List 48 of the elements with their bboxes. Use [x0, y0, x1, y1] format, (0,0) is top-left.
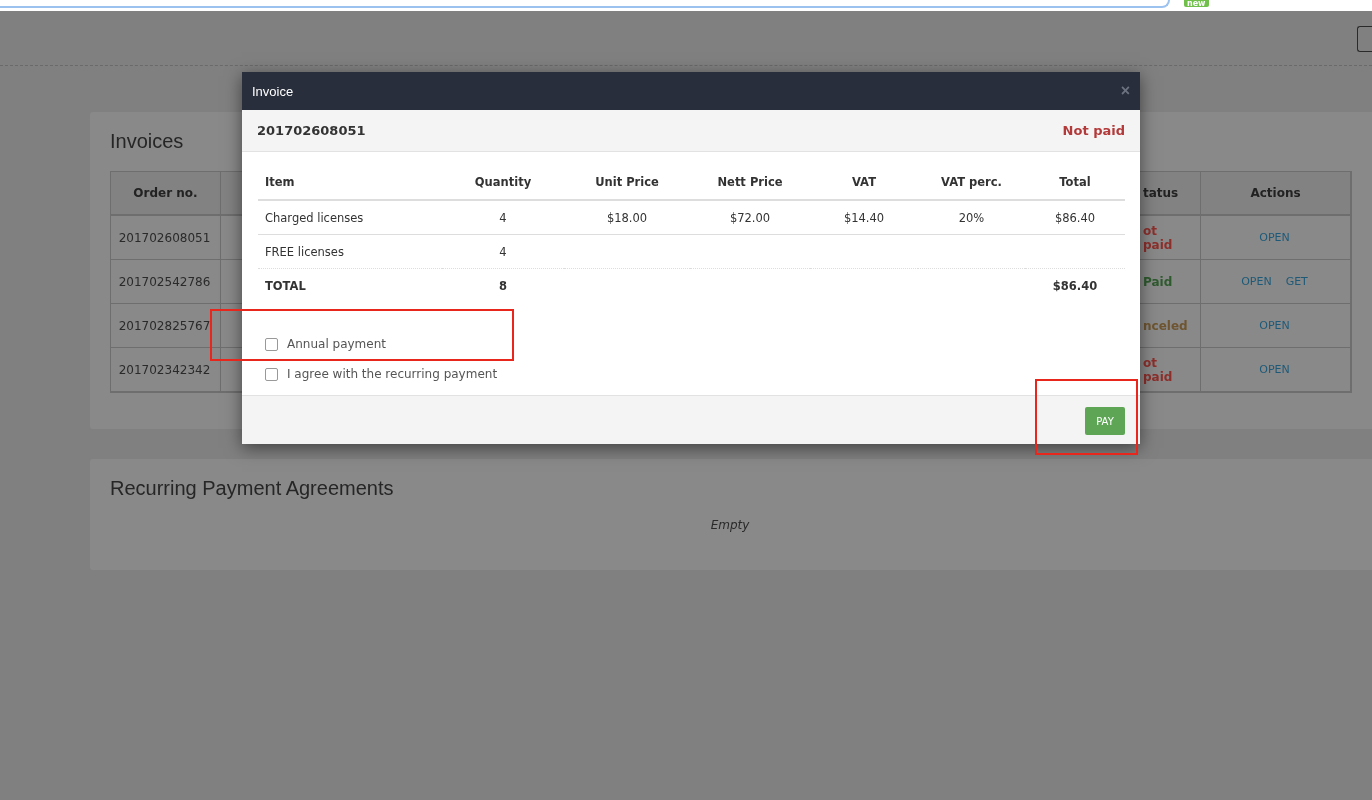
address-bar[interactable] — [0, 0, 1170, 8]
table-cell: 20% — [958, 210, 985, 225]
checkbox[interactable] — [265, 367, 278, 381]
status-text: nceled — [1143, 318, 1188, 333]
action-link[interactable]: OPEN — [1241, 275, 1272, 288]
table-cell: $18.00 — [606, 210, 648, 225]
empty-text: Empty — [709, 518, 751, 532]
payment-status: Not paid — [1062, 123, 1125, 138]
new-badge: new — [1184, 0, 1209, 7]
column-header: Quantity — [442, 165, 564, 201]
checkbox[interactable] — [265, 337, 278, 351]
action-link[interactable]: OPEN — [1259, 319, 1290, 332]
table-cell: 8 — [499, 278, 507, 293]
column-header: Total — [1025, 165, 1125, 201]
column-header: VAT perc. — [918, 165, 1025, 201]
order-number: 201702608051 — [257, 123, 366, 138]
table-cell: FREE licenses — [265, 244, 344, 259]
status-text: ot paid — [1143, 355, 1174, 384]
close-button[interactable]: × — [1120, 82, 1130, 100]
column-header: VAT — [810, 165, 918, 201]
status-text: Paid — [1143, 274, 1173, 289]
column-header: Actions — [1201, 172, 1351, 216]
action-link[interactable]: OPEN — [1259, 363, 1290, 376]
table-cell: $14.40 — [843, 210, 885, 225]
table-cell: 4 — [499, 244, 507, 259]
checkbox-label: I agree with the recurring payment — [287, 367, 498, 381]
action-link[interactable]: OPEN — [1259, 231, 1290, 244]
card-title: Recurring Payment Agreements — [110, 477, 394, 500]
table-cell: TOTAL — [265, 278, 306, 293]
header-button[interactable] — [1357, 25, 1372, 52]
pay-button[interactable]: PAY — [1085, 407, 1125, 435]
column-header: Order no. — [111, 172, 221, 216]
dialog-title: Invoice — [252, 83, 294, 99]
table-cell: 201702342342 — [111, 348, 221, 392]
action-link[interactable]: GET — [1285, 275, 1308, 288]
table-cell: 201702608051 — [111, 216, 221, 260]
column-header: Nett Price — [690, 165, 810, 201]
column-header: Unit Price — [564, 165, 690, 201]
table-cell: Charged licenses — [265, 210, 364, 225]
table-cell: $86.40 — [1052, 278, 1098, 293]
card-title: Invoices — [110, 130, 184, 153]
table-cell: $72.00 — [729, 210, 771, 225]
table-cell: 201702825767 — [111, 304, 221, 348]
checkbox-label: Annual payment — [287, 337, 386, 351]
column-header: Item — [258, 165, 442, 201]
table-cell: 4 — [499, 210, 507, 225]
table-cell: 201702542786 — [111, 260, 221, 304]
status-text: ot paid — [1143, 223, 1174, 252]
